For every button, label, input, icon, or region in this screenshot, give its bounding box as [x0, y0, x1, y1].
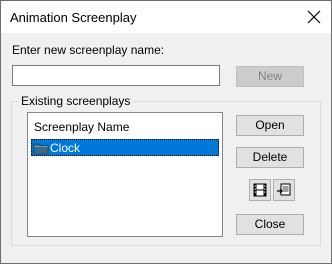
group-title: Existing screenplays [19, 94, 133, 108]
export-button[interactable] [273, 179, 295, 201]
folder-icon [33, 141, 49, 155]
close-icon[interactable] [304, 7, 324, 27]
list-item[interactable]: Clock [31, 139, 219, 156]
open-button[interactable]: Open [236, 115, 304, 136]
title-bar: Animation Screenplay [1, 1, 331, 33]
screenplay-list[interactable]: Screenplay Name Clock [27, 112, 223, 237]
close-button[interactable]: Close [236, 214, 304, 235]
new-button[interactable]: New [236, 66, 304, 87]
window-title: Animation Screenplay [10, 10, 137, 25]
screenplay-name-input[interactable] [12, 65, 220, 86]
dialog-window: Animation Screenplay Enter new screenpla… [0, 0, 332, 264]
delete-button[interactable]: Delete [236, 147, 304, 168]
name-prompt-label: Enter new screenplay name: [12, 43, 165, 57]
list-header: Screenplay Name [34, 120, 130, 134]
film-strip-button[interactable] [249, 179, 271, 201]
list-item-label: Clock [50, 141, 81, 155]
